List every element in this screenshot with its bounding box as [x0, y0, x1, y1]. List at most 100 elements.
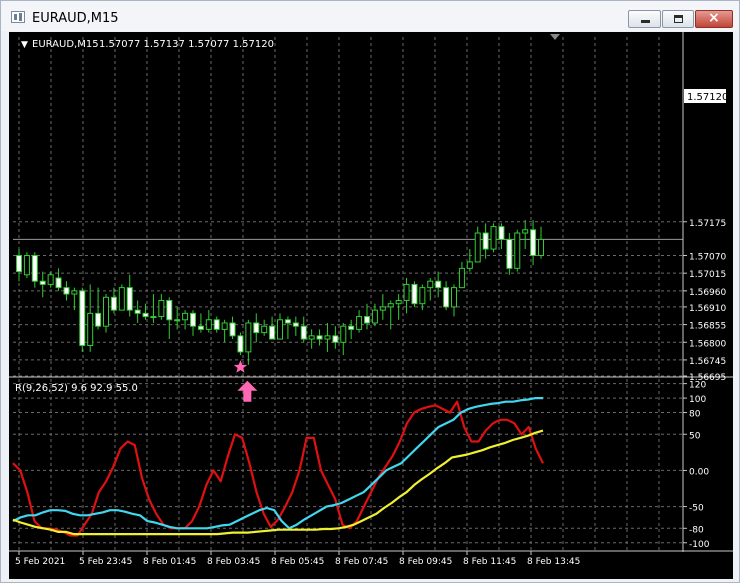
candle-body — [269, 325, 276, 340]
candle-body — [530, 229, 537, 257]
candle-body — [403, 283, 410, 301]
price-tick-label: 1.57015 — [689, 270, 726, 280]
candle — [213, 316, 220, 333]
candle-body — [134, 309, 141, 314]
candle-body — [103, 296, 109, 327]
chart-area[interactable]: 1.57175 1.57070 1.57015 1.56960 1.56910 1.568… — [9, 32, 733, 579]
candle — [308, 329, 315, 349]
candle-body — [379, 306, 386, 311]
candle — [269, 316, 276, 340]
candle-body — [411, 283, 418, 305]
candle — [71, 287, 78, 311]
candle — [166, 297, 173, 340]
candle-body — [284, 319, 291, 324]
candle — [118, 284, 125, 311]
candle-body — [87, 312, 94, 346]
candle — [39, 271, 46, 298]
candle — [506, 233, 513, 275]
candle-body — [419, 287, 426, 305]
candle — [23, 252, 30, 278]
candle-body — [466, 261, 473, 269]
candle — [245, 319, 252, 365]
close-button[interactable]: × — [695, 10, 733, 28]
chart-window: EURAUD,M15 × 1.57175 1.57070 1.57015 1.5696… — [0, 0, 740, 583]
candle — [451, 284, 457, 317]
candle — [158, 294, 165, 320]
candle — [395, 294, 402, 320]
candle-body — [213, 319, 220, 330]
candle-body — [395, 299, 402, 305]
indicator-tick-label: 80 — [689, 410, 701, 420]
signal-star-icon — [233, 360, 248, 373]
maximize-button[interactable] — [662, 10, 694, 28]
candle — [237, 332, 244, 356]
candle-body — [300, 325, 307, 340]
close-icon: × — [708, 10, 720, 26]
candle-body — [506, 238, 513, 269]
candle-body — [245, 322, 252, 353]
candle-body — [229, 322, 236, 337]
time-axis-label: 5 Feb 2021 — [15, 557, 65, 567]
candle — [411, 281, 418, 307]
candle-body — [371, 309, 378, 324]
candle-body — [308, 335, 315, 340]
candle-body — [474, 232, 481, 263]
candle — [435, 271, 442, 298]
time-axis-label: 8 Feb 11:45 — [463, 557, 516, 567]
candle-body — [482, 232, 489, 250]
time-axis-label: 8 Feb 09:45 — [399, 557, 452, 567]
candle — [379, 294, 386, 320]
candle — [324, 322, 331, 352]
maximize-icon — [674, 15, 683, 23]
candle-body — [435, 280, 442, 289]
candle-body — [451, 287, 457, 308]
candle-body — [174, 319, 181, 322]
chart-shift-marker-icon[interactable] — [550, 34, 560, 40]
candle — [443, 281, 450, 311]
time-axis-label: 8 Feb 07:45 — [335, 557, 388, 567]
chart-menu-icon[interactable]: ▼ — [21, 40, 28, 50]
candle-body — [16, 255, 22, 273]
candle-body — [95, 312, 102, 327]
candle-body — [332, 335, 339, 343]
price-tick-label: 1.56800 — [689, 339, 726, 349]
candle-body — [443, 287, 450, 308]
candle — [126, 274, 133, 317]
chart-symbol: EURAUD,M15 — [32, 39, 99, 50]
time-axis-label: 5 Feb 23:45 — [79, 557, 132, 567]
candle-body — [237, 335, 244, 353]
price-chart[interactable]: 1.57175 1.57070 1.57015 1.56960 1.56910 1.568… — [9, 32, 733, 579]
candle-body — [126, 287, 133, 311]
minimize-button[interactable] — [628, 10, 661, 28]
title-bar[interactable]: EURAUD,M15 × — [1, 1, 739, 31]
candle — [348, 319, 355, 340]
candle — [427, 277, 434, 301]
candle-body — [364, 316, 370, 324]
candle-body — [205, 319, 212, 330]
candle-body — [79, 290, 86, 346]
candle-body — [142, 312, 149, 318]
candle — [419, 284, 426, 311]
price-tick-label: 1.56745 — [689, 357, 726, 367]
time-axis-label: 8 Feb 03:45 — [207, 557, 260, 567]
minimize-icon — [641, 20, 650, 23]
price-tick-label: 1.56960 — [689, 288, 726, 298]
candle-body — [324, 335, 331, 340]
indicator-tick-label: 0.00 — [689, 467, 709, 477]
time-axis-label: 8 Feb 13:45 — [527, 557, 580, 567]
candle-body — [316, 335, 323, 340]
candle — [134, 300, 141, 323]
chart-window-icon — [11, 11, 25, 23]
candle-body — [292, 322, 299, 327]
candle-body — [197, 325, 204, 330]
candle — [63, 281, 70, 301]
candle — [292, 316, 299, 336]
candle — [103, 294, 109, 333]
window-title: EURAUD,M15 — [32, 11, 119, 26]
candle — [55, 268, 62, 291]
candle-body — [356, 316, 363, 330]
candle — [95, 287, 102, 330]
candle-body — [538, 238, 544, 257]
candle — [221, 319, 228, 343]
candle — [197, 313, 204, 333]
